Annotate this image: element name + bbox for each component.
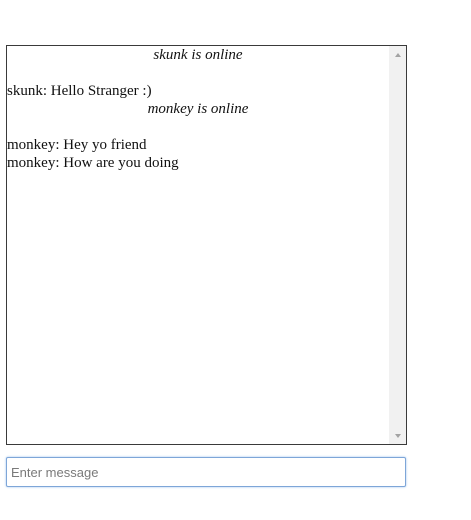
vertical-scrollbar[interactable] [389, 46, 406, 444]
triangle-up-icon [394, 52, 401, 57]
scroll-up-button[interactable] [389, 46, 406, 63]
status-line: skunk is online [153, 47, 243, 63]
chat-message: monkey: Hey yo friend [7, 137, 147, 153]
chat-message: skunk: Hello Stranger :) [7, 83, 152, 99]
triangle-down-icon [394, 433, 401, 438]
chat-message: monkey: How are you doing [7, 155, 179, 171]
status-line: monkey is online [147, 101, 249, 117]
scroll-down-button[interactable] [389, 427, 406, 444]
message-input[interactable] [6, 457, 406, 487]
chat-messages: skunk is online skunk: Hello Stranger :)… [7, 46, 389, 444]
chat-window[interactable]: skunk is online skunk: Hello Stranger :)… [6, 45, 407, 445]
